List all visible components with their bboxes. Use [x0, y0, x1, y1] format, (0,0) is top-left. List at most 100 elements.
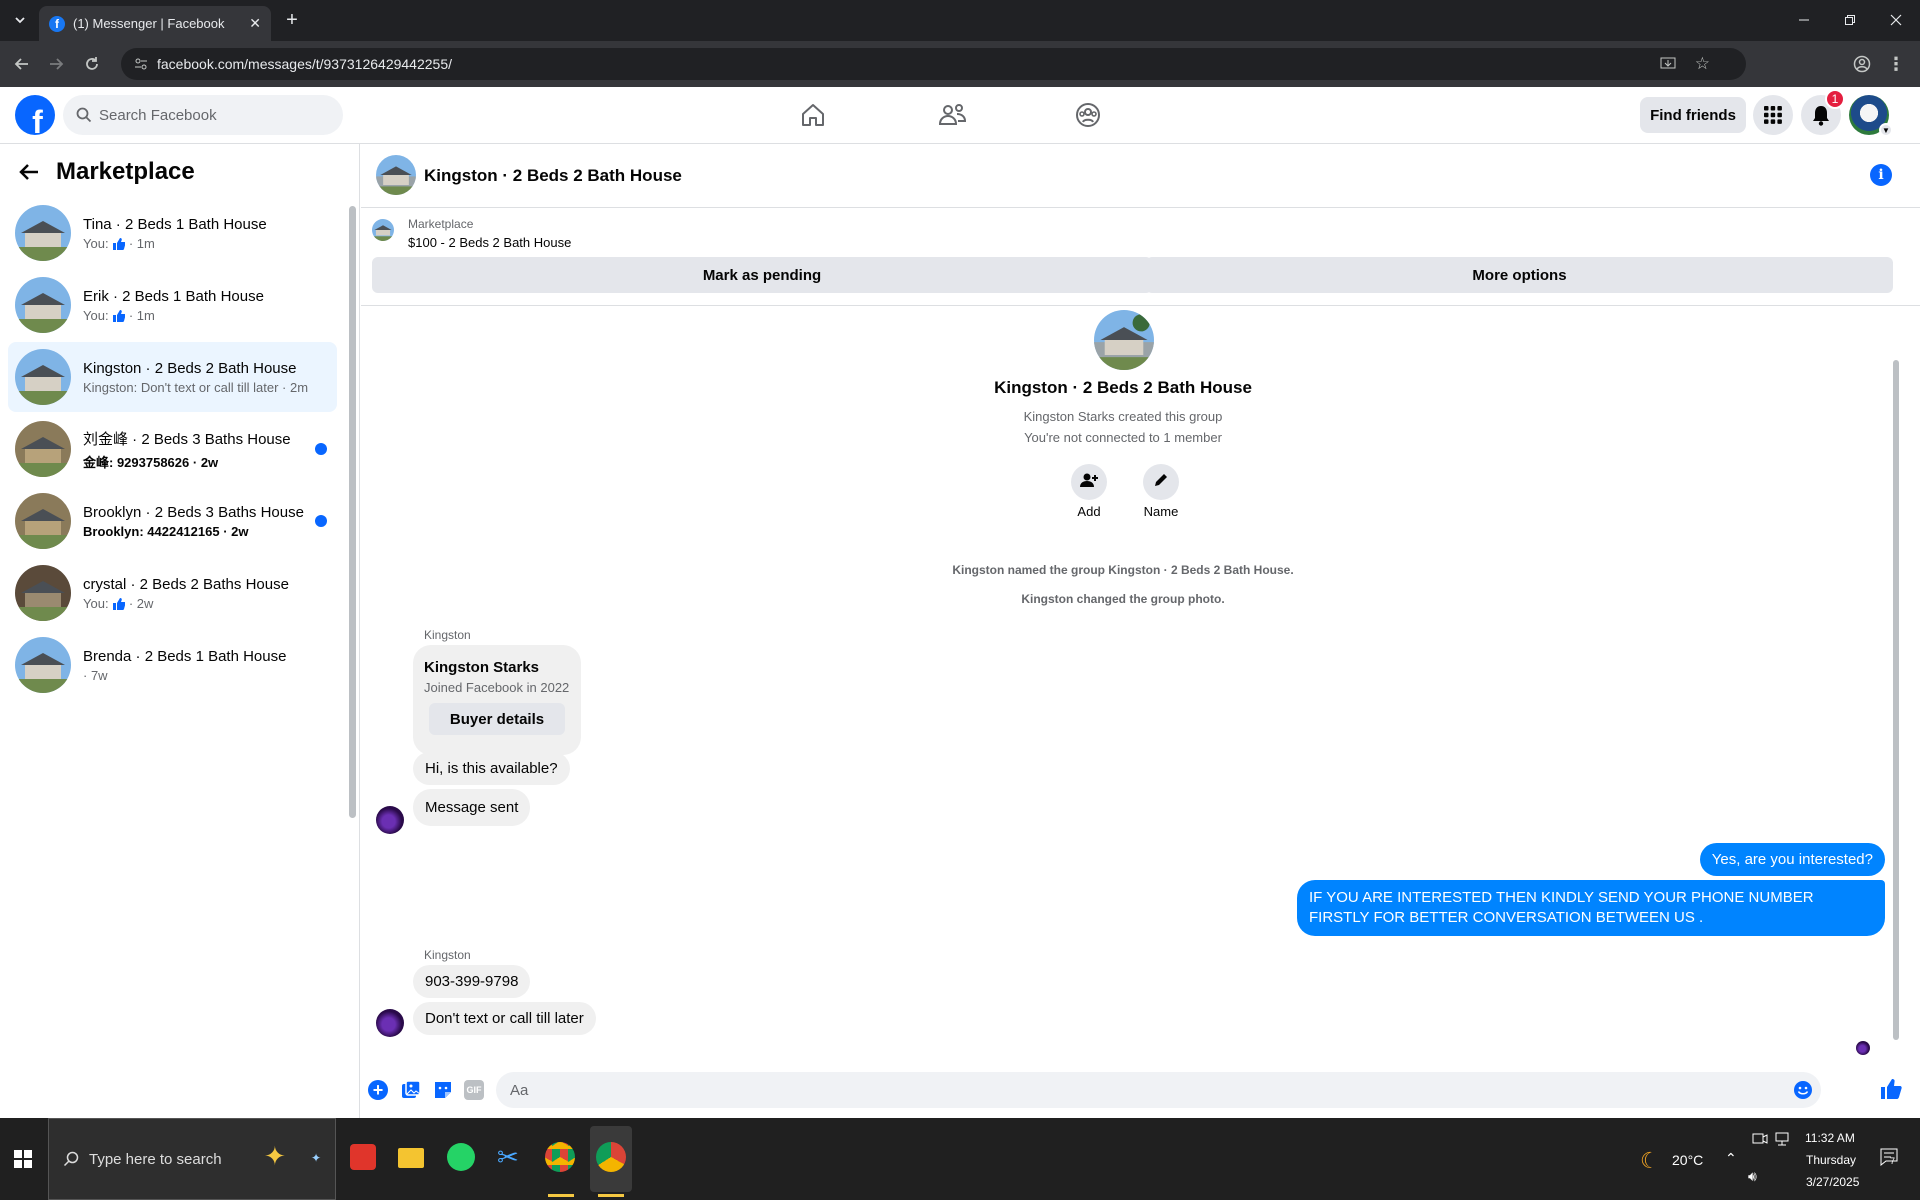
my-message-bubble[interactable]: IF YOU ARE INTERESTED THEN KINDLY SEND Y…	[1297, 880, 1885, 936]
home-icon[interactable]	[799, 101, 831, 131]
address-bar[interactable]: facebook.com/messages/t/9373126429442255…	[121, 48, 1746, 80]
close-window-icon[interactable]	[1882, 6, 1910, 34]
facebook-header: f Search Facebook Find friends 1 ▼	[0, 87, 1920, 144]
gif-icon[interactable]: GIF	[464, 1080, 484, 1100]
listing-thumbnail[interactable]	[372, 219, 394, 241]
conversation-item[interactable]: Tina · 2 Beds 1 Bath House You: · 1m	[8, 198, 337, 268]
conversation-preview: You: · 1m	[83, 235, 155, 251]
message-bubble[interactable]: Hi, is this available?	[413, 752, 570, 785]
conversation-item[interactable]: Erik · 2 Beds 1 Bath House You: · 1m	[8, 270, 337, 340]
like-thumb-icon	[112, 308, 126, 323]
chat-scrollbar[interactable]	[1891, 308, 1901, 1062]
conversation-preview: 金峰: 9293758626 · 2w	[83, 454, 219, 470]
snipping-tool-icon[interactable]: ✂	[497, 1142, 519, 1172]
chevron-up-icon[interactable]: ⌃	[1725, 1150, 1737, 1167]
bookmark-star-icon[interactable]: ☆	[1695, 54, 1710, 74]
tab-search-icon[interactable]	[6, 6, 34, 34]
weather-temp[interactable]: 20°C	[1672, 1152, 1703, 1168]
conversation-avatar	[15, 565, 71, 621]
windows-start-icon[interactable]	[14, 1150, 32, 1173]
conversation-item[interactable]: Brenda · 2 Beds 1 Bath House · 7w	[8, 630, 337, 700]
browser-tab-messenger[interactable]: f (1) Messenger | Facebook ✕	[39, 6, 271, 41]
facebook-search-input[interactable]: Search Facebook	[63, 95, 343, 135]
clock-day: Thursday	[1806, 1153, 1857, 1167]
conversation-scrollbar[interactable]	[349, 192, 356, 818]
search-icon	[76, 107, 92, 127]
unread-dot	[315, 515, 327, 527]
windows-taskbar: Type here to search ✦ ✦ ✂ ☾ 20°C ⌃ 🔊︎ 11…	[0, 1118, 1920, 1200]
conversation-item[interactable]: 刘金峰 · 2 Beds 3 Baths House 金峰: 9293758626…	[8, 414, 337, 484]
profile-avatar[interactable]: ▼	[1849, 95, 1893, 137]
mark-as-pending-button[interactable]: Mark as pending	[372, 257, 1152, 293]
back-icon[interactable]	[8, 50, 36, 78]
reload-icon[interactable]	[78, 50, 106, 78]
chat-avatar[interactable]	[376, 155, 416, 195]
message-bubble[interactable]: Don't text or call till later	[413, 1002, 596, 1035]
network-icon[interactable]	[1774, 1132, 1790, 1151]
minimize-icon[interactable]	[1790, 6, 1818, 34]
taskbar-search-input[interactable]: Type here to search ✦ ✦	[48, 1118, 336, 1200]
clock-time[interactable]: 11:32 AM	[1805, 1131, 1855, 1145]
composer-placeholder: Aa	[510, 1081, 529, 1099]
conversation-avatar	[15, 277, 71, 333]
sender-avatar[interactable]	[376, 806, 404, 834]
app-anydesk-icon[interactable]	[350, 1144, 376, 1170]
friends-icon[interactable]	[938, 101, 970, 131]
sticker-icon[interactable]	[433, 1080, 453, 1105]
my-message-bubble[interactable]: Yes, are you interested?	[1699, 843, 1885, 876]
install-app-icon[interactable]	[1660, 56, 1676, 75]
notification-badge: 1	[1825, 89, 1845, 109]
meet-now-icon[interactable]	[1752, 1132, 1768, 1151]
tab-title: (1) Messenger | Facebook	[73, 16, 225, 31]
weather-moon-icon[interactable]: ☾	[1640, 1148, 1660, 1174]
message-input[interactable]: Aa	[496, 1072, 1821, 1108]
close-tab-icon[interactable]: ✕	[249, 15, 261, 32]
emoji-icon[interactable]	[1793, 1080, 1813, 1104]
conversation-item[interactable]: Brooklyn · 2 Beds 3 Baths House Brooklyn:…	[8, 486, 337, 556]
sender-name: Kingston	[424, 948, 471, 962]
listing-price[interactable]: $100 - 2 Beds 2 Bath House	[408, 235, 571, 250]
forward-icon[interactable]	[42, 50, 70, 78]
menu-grid-icon[interactable]	[1753, 95, 1793, 135]
conversation-preview: Kingston: Don't text or call till later …	[83, 379, 309, 395]
add-member-button[interactable]	[1071, 464, 1107, 500]
name-group-button[interactable]	[1143, 464, 1179, 500]
new-tab-icon[interactable]: +	[278, 6, 306, 34]
notification-center-icon[interactable]: 7	[1880, 1148, 1898, 1171]
notifications-bell-icon[interactable]: 1	[1801, 89, 1845, 135]
file-explorer-icon[interactable]	[398, 1148, 424, 1168]
chevron-down-icon[interactable]: ▼	[1879, 123, 1893, 137]
more-options-button[interactable]: More options	[1146, 257, 1893, 293]
conversation-name: Tina · 2 Beds 1 Bath House	[83, 215, 267, 233]
photo-icon[interactable]	[401, 1080, 421, 1105]
profile-icon[interactable]	[1848, 50, 1876, 78]
conversation-item[interactable]: crystal · 2 Beds 2 Baths House You: · 2w	[8, 558, 337, 628]
site-info-icon[interactable]	[133, 56, 149, 75]
info-icon[interactable]: i	[1870, 164, 1892, 186]
chrome-icon[interactable]	[545, 1142, 575, 1172]
chrome-menu-icon[interactable]: ⋮	[1882, 50, 1910, 78]
like-thumb-icon[interactable]	[1880, 1078, 1902, 1105]
pencil-icon	[1153, 472, 1169, 493]
restore-icon[interactable]	[1836, 6, 1864, 34]
message-bubble[interactable]: 903-399-9798	[413, 965, 531, 998]
whatsapp-icon[interactable]	[447, 1143, 475, 1171]
facebook-logo-icon[interactable]: f	[15, 95, 55, 135]
chrome-active-window[interactable]	[590, 1126, 632, 1197]
add-label: Add	[1077, 504, 1101, 519]
sender-avatar[interactable]	[376, 1009, 404, 1037]
volume-icon[interactable]: 🔊︎	[1748, 1168, 1757, 1185]
find-friends-button[interactable]: Find friends	[1640, 97, 1746, 133]
conversation-avatar	[15, 493, 71, 549]
conversation-preview: · 7w	[83, 667, 108, 683]
group-photo[interactable]	[1094, 310, 1154, 370]
groups-icon[interactable]	[1074, 101, 1106, 131]
message-bubble[interactable]: Message sent	[413, 789, 531, 826]
conversation-item[interactable]: Kingston · 2 Beds 2 Bath House Kingston: …	[8, 342, 337, 412]
plus-icon[interactable]: +	[368, 1080, 388, 1100]
buyer-name: Kingston Starks	[424, 659, 540, 676]
facebook-favicon-icon: f	[49, 15, 65, 32]
chrome-profile-icon	[596, 1142, 626, 1172]
back-arrow-icon[interactable]	[18, 162, 40, 187]
buyer-details-button[interactable]: Buyer details	[429, 703, 565, 735]
